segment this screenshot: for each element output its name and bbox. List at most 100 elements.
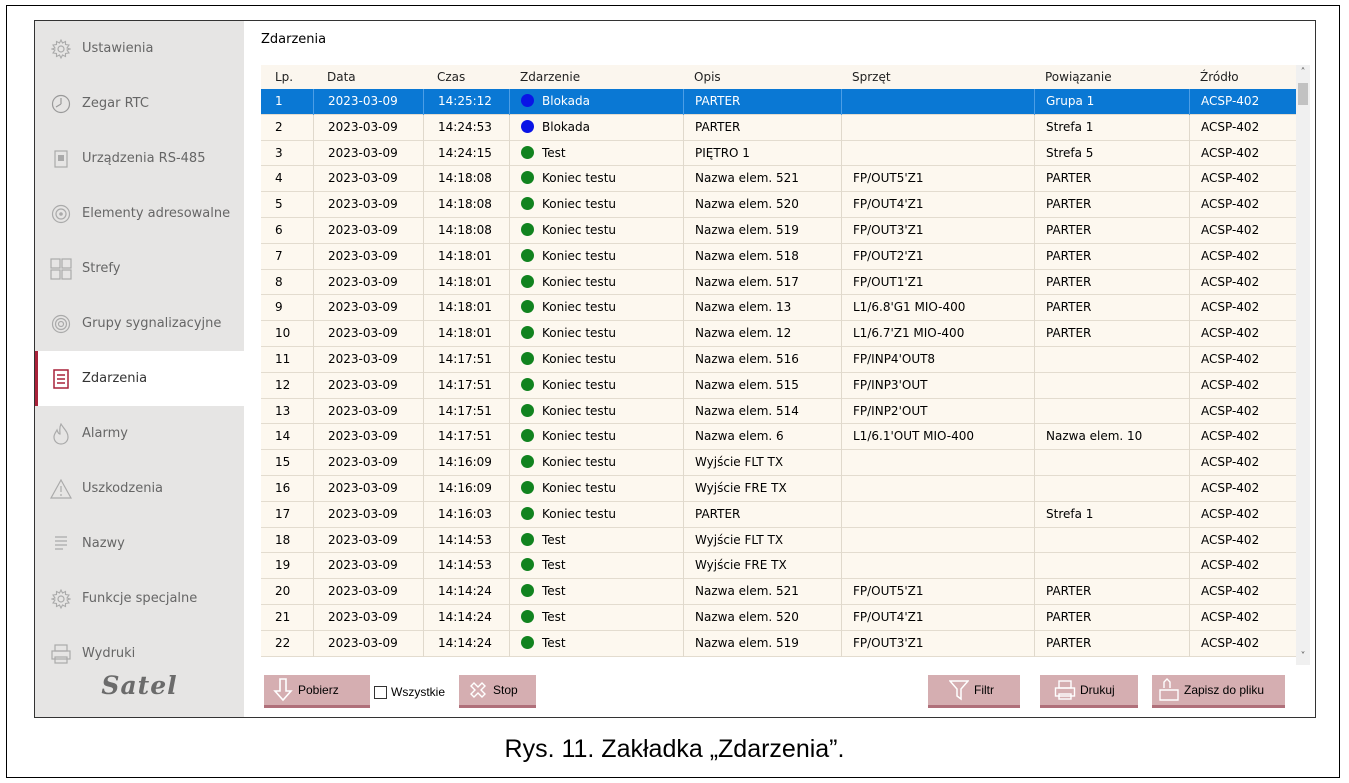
cell-data: 2023-03-09	[313, 553, 423, 580]
sidebar-item-uszkodzenia[interactable]: Uszkodzenia	[35, 461, 244, 516]
status-dot-icon	[521, 119, 534, 133]
cell-data: 2023-03-09	[313, 218, 423, 244]
table-row[interactable]: 22 2023-03-09 14:14:24 Test Nazwa elem. 519 F…	[261, 630, 1296, 657]
table-row[interactable]: 2 2023-03-09 14:24:53 Blokada PARTER Strefa 1…	[261, 114, 1296, 141]
pobierz-label: Pobierz	[298, 683, 339, 697]
cell-lp: 5	[275, 197, 283, 212]
column-header[interactable]: Lp.	[261, 65, 313, 89]
sidebar-item-label: Wydruki	[82, 646, 136, 661]
table-row[interactable]: 3 2023-03-09 14:24:15 Test PIĘTRO 1 Strefa 5A…	[261, 140, 1296, 167]
table-row[interactable]: 9 2023-03-09 14:18:01 Koniec testu Nazwa ele…	[261, 295, 1296, 322]
table-row[interactable]: 7 2023-03-09 14:18:01 Koniec testu Nazwa ele…	[261, 243, 1296, 270]
cell-data: 2023-03-09	[313, 166, 423, 193]
status-dot-icon	[521, 455, 534, 469]
sidebar-item-grupy-sygnalizacyjne[interactable]: Grupy sygnalizacyjne	[35, 296, 244, 351]
table-row[interactable]: 8 2023-03-09 14:18:01 Koniec testu Nazwa ele…	[261, 269, 1296, 296]
table-row[interactable]: 4 2023-03-09 14:18:08 Koniec testu Nazwa ele…	[261, 166, 1296, 193]
cell-sprzet: FP/OUT1'Z1	[841, 269, 1034, 296]
sidebar-item-urządzenia-rs-485[interactable]: Urządzenia RS-485	[35, 131, 244, 186]
zapisz-button[interactable]: Zapisz do pliku	[1152, 675, 1285, 708]
cell-zrodlo: ACSP-402	[1189, 605, 1296, 631]
cell-zdarzenie: Test	[509, 553, 683, 580]
table-row[interactable]: 21 2023-03-09 14:14:24 Test Nazwa elem. 520 F…	[261, 605, 1296, 631]
cell-data: 2023-03-09	[313, 398, 423, 425]
stop-button[interactable]: Stop	[459, 675, 536, 708]
column-header[interactable]: Powiązanie	[1034, 65, 1189, 89]
status-dot-icon	[521, 274, 534, 288]
column-header[interactable]: Źródło	[1189, 65, 1296, 89]
cell-lp: 9	[275, 300, 283, 315]
sidebar-item-elementy-adresowalne[interactable]: Elementy adresowalne	[35, 186, 244, 241]
cell-opis: Nazwa elem. 517	[683, 269, 841, 296]
table-row[interactable]: 19 2023-03-09 14:14:53 Test Wyjście FRE TX AC…	[261, 553, 1296, 580]
pobierz-button[interactable]: Pobierz	[264, 675, 370, 708]
event-label: Koniec testu	[542, 197, 616, 212]
sidebar-item-strefy[interactable]: Strefy	[35, 241, 244, 296]
cell-zrodlo: ACSP-402	[1189, 321, 1296, 347]
filtr-button[interactable]: Filtr	[928, 675, 1020, 708]
event-label: Koniec testu	[542, 377, 616, 392]
cell-opis: Nazwa elem. 520	[683, 605, 841, 631]
table-row[interactable]: 20 2023-03-09 14:14:24 Test Nazwa elem. 521 F…	[261, 579, 1296, 605]
table-row[interactable]: 11 2023-03-09 14:17:51 Koniec testu Nazwa el…	[261, 347, 1296, 373]
gear-icon	[50, 38, 72, 60]
table-header: Lp. Data Czas Zdarzenie Opis Sprzęt Powiązanie…	[261, 65, 1296, 89]
event-label: Koniec testu	[542, 403, 616, 418]
cell-lp: 22	[275, 635, 291, 650]
column-header[interactable]: Zdarzenie	[509, 65, 683, 89]
vertical-scrollbar[interactable]: ˄ ˅	[1296, 65, 1310, 665]
sidebar-item-ustawienia[interactable]: Ustawienia	[35, 21, 244, 76]
table-row[interactable]: 15 2023-03-09 14:16:09 Koniec testu Wyjście …	[261, 450, 1296, 476]
event-label: Test	[542, 145, 566, 160]
cell-sprzet	[841, 501, 1034, 528]
cell-opis: Nazwa elem. 520	[683, 192, 841, 218]
signal-icon	[50, 313, 72, 335]
cell-czas: 14:24:15	[423, 140, 509, 167]
cell-data: 2023-03-09	[313, 321, 423, 347]
table-row[interactable]: 10 2023-03-09 14:18:01 Koniec testu Nazwa el…	[261, 321, 1296, 347]
column-header[interactable]: Czas	[423, 65, 509, 89]
table-row[interactable]: 13 2023-03-09 14:17:51 Koniec testu Nazwa el…	[261, 398, 1296, 425]
event-label: Koniec testu	[542, 326, 616, 341]
sidebar-item-zdarzenia[interactable]: Zdarzenia	[35, 351, 244, 406]
cell-zdarzenie: Koniec testu	[509, 295, 683, 322]
cell-opis: Nazwa elem. 515	[683, 372, 841, 399]
cell-powiazanie: Strefa 1	[1034, 114, 1189, 141]
table-row[interactable]: 12 2023-03-09 14:17:51 Koniec testu Nazwa el…	[261, 372, 1296, 399]
cell-lp: 2	[275, 119, 283, 134]
cell-sprzet: FP/INP4'OUT8	[841, 347, 1034, 373]
cell-lp: 17	[275, 506, 291, 521]
satel-logo: Satel	[101, 671, 178, 700]
table-row[interactable]: 18 2023-03-09 14:14:53 Test Wyjście FLT TX AC…	[261, 527, 1296, 554]
cell-data: 2023-03-09	[313, 527, 423, 554]
scroll-thumb[interactable]	[1298, 83, 1308, 105]
drukuj-button[interactable]: Drukuj	[1040, 675, 1138, 708]
cell-powiazanie: Strefa 1	[1034, 501, 1189, 528]
wszystkie-checkbox[interactable]: Wszystkie	[374, 685, 445, 699]
column-header[interactable]: Sprzęt	[841, 65, 1034, 89]
table-row[interactable]: 17 2023-03-09 14:16:03 Koniec testu PARTER St…	[261, 501, 1296, 528]
cell-sprzet: FP/OUT3'Z1	[841, 630, 1034, 657]
table-row[interactable]: 5 2023-03-09 14:18:08 Koniec testu Nazwa ele…	[261, 192, 1296, 218]
stop-x-icon	[467, 678, 489, 702]
checkbox-box[interactable]	[374, 685, 387, 699]
cell-sprzet	[841, 114, 1034, 141]
sidebar-item-zegar-rtc[interactable]: Zegar RTC	[35, 76, 244, 131]
table-row[interactable]: 16 2023-03-09 14:16:09 Koniec testu Wyjście …	[261, 476, 1296, 502]
sidebar-item-funkcje-specjalne[interactable]: Funkcje specjalne	[35, 571, 244, 626]
cell-opis: Wyjście FLT TX	[683, 450, 841, 476]
table-row[interactable]: 1 2023-03-09 14:25:12 Blokada PARTER Grupa 1A…	[261, 89, 1296, 115]
sidebar-item-alarmy[interactable]: Alarmy	[35, 406, 244, 461]
scroll-up-icon[interactable]: ˄	[1296, 65, 1310, 81]
cell-czas: 14:14:24	[423, 630, 509, 657]
sidebar-item-label: Nazwy	[82, 536, 125, 551]
sidebar-item-nazwy[interactable]: Nazwy	[35, 516, 244, 571]
printer-icon	[50, 643, 72, 665]
stop-label: Stop	[493, 683, 518, 697]
column-header[interactable]: Data	[313, 65, 423, 89]
event-label: Blokada	[542, 94, 590, 108]
table-row[interactable]: 14 2023-03-09 14:17:51 Koniec testu Nazwa el…	[261, 424, 1296, 451]
column-header[interactable]: Opis	[683, 65, 841, 89]
table-row[interactable]: 6 2023-03-09 14:18:08 Koniec testu Nazwa ele…	[261, 218, 1296, 244]
scroll-down-icon[interactable]: ˅	[1296, 649, 1310, 665]
